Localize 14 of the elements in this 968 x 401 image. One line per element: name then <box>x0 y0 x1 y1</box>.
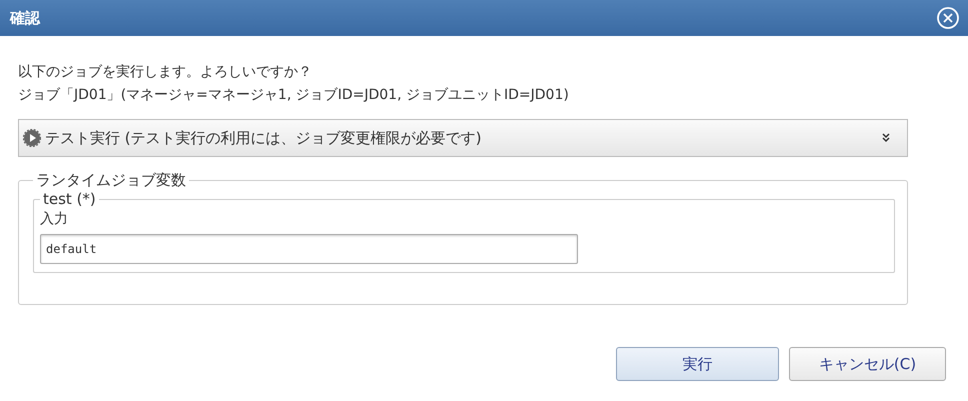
variable-legend: test (*) <box>40 190 99 208</box>
group-legend: ランタイムジョブ変数 <box>33 171 189 190</box>
dialog-button[interactable]: 実行 <box>616 347 779 381</box>
dialog-button[interactable]: キャンセル(C) <box>789 347 946 381</box>
message-text: 以下のジョブを実行します。よろしいですか？ <box>18 63 313 82</box>
input-field[interactable]: default <box>40 234 578 264</box>
chevron-icon <box>881 133 891 143</box>
panel-title: テスト実行 (テスト実行の利用には、ジョブ変更権限が必要です) <box>45 128 482 148</box>
close-icon[interactable] <box>936 6 960 30</box>
window-title: 確認 <box>10 8 40 28</box>
field-label: 入力 <box>40 210 69 228</box>
collapsible-panel-header[interactable]: テスト実行 (テスト実行の利用には、ジョブ変更権限が必要です) <box>18 119 908 157</box>
message-text: ジョブ「JD01」(マネージャ=マネージャ1, ジョブID=JD01, ジョブユニットID=JD01) <box>18 86 570 105</box>
play-gear-icon <box>23 129 41 147</box>
